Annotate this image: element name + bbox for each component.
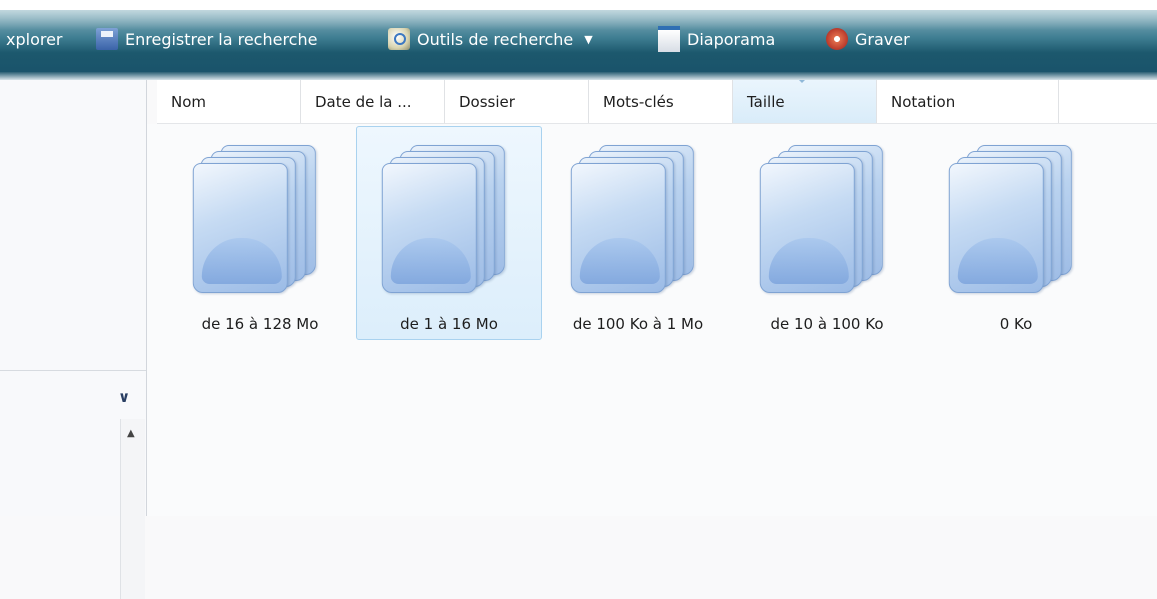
column-header-label: Date de la ... <box>315 92 412 111</box>
save-search-icon <box>96 28 118 50</box>
file-stack-icon <box>570 141 694 293</box>
item-label: de 100 Ko à 1 Mo <box>572 315 704 333</box>
search-tools-label: Outils de recherche <box>417 29 574 49</box>
column-header-size[interactable]: Taille <box>733 80 877 123</box>
explorer-label: xplorer <box>6 29 63 49</box>
slideshow-button[interactable]: Diaporama <box>658 25 775 53</box>
size-group-item[interactable]: de 16 à 128 Mo <box>167 126 353 340</box>
burn-button[interactable]: Graver <box>826 25 910 53</box>
save-search-label: Enregistrer la recherche <box>125 29 318 49</box>
item-label: de 10 à 100 Ko <box>770 315 884 333</box>
file-stack-icon <box>381 141 505 293</box>
explorer-button[interactable]: xplorer <box>6 25 63 53</box>
scroll-up-arrow-icon[interactable]: ▲ <box>127 428 135 439</box>
column-header-keywords[interactable]: Mots-clés <box>589 80 733 123</box>
file-stack-icon <box>948 141 1072 293</box>
navigation-scrollbar[interactable]: ▲ <box>120 419 145 599</box>
column-header-label: Mots-clés <box>603 92 674 111</box>
column-header-rating[interactable]: Notation <box>877 80 1059 123</box>
column-header-label: Nom <box>171 92 207 111</box>
window-top-edge <box>0 0 1157 10</box>
size-group-item[interactable]: de 10 à 100 Ko <box>734 126 920 340</box>
save-search-button[interactable]: Enregistrer la recherche <box>96 25 317 53</box>
column-header-folder[interactable]: Dossier <box>445 80 589 123</box>
item-label: de 16 à 128 Mo <box>201 315 319 333</box>
column-header-date[interactable]: Date de la ... <box>301 80 445 123</box>
file-view: de 16 à 128 Mo de 1 à 16 Mo de 100 Ko à … <box>147 124 1157 516</box>
size-group-item[interactable]: de 100 Ko à 1 Mo <box>545 126 731 340</box>
search-tools-icon <box>388 28 410 50</box>
navigation-pane-divider <box>0 370 146 371</box>
file-stack-icon <box>759 141 883 293</box>
slideshow-icon <box>658 26 680 52</box>
column-header-label: Notation <box>891 92 956 111</box>
item-label: 0 Ko <box>999 315 1033 333</box>
column-header-label: Dossier <box>459 92 515 111</box>
column-header-label: Taille <box>747 92 785 111</box>
search-tools-button[interactable]: Outils de recherche ▼ <box>388 25 593 53</box>
burn-label: Graver <box>855 29 910 49</box>
size-group-item[interactable]: 0 Ko <box>923 126 1109 340</box>
chevron-down-icon: ▼ <box>584 32 593 46</box>
folders-expand-chevron-icon[interactable]: ∨ <box>118 388 130 406</box>
burn-disc-icon <box>826 28 848 50</box>
item-label: de 1 à 16 Mo <box>400 315 498 333</box>
file-stack-icon <box>192 141 316 293</box>
toolbar-bottom-edge <box>0 72 1157 80</box>
navigation-pane: ∨ ▲ <box>0 80 147 599</box>
column-header-name[interactable]: Nom <box>157 80 301 123</box>
size-group-item[interactable]: de 1 à 16 Mo <box>356 126 542 340</box>
slideshow-label: Diaporama <box>687 29 776 49</box>
sort-indicator-icon <box>797 80 807 83</box>
column-header-bar: Nom Date de la ... Dossier Mots-clés Tai… <box>157 80 1157 124</box>
